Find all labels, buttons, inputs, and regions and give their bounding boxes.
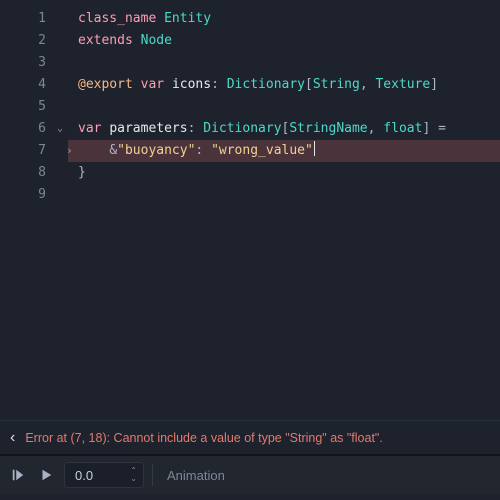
animation-bar: 0.0 ⌃ ⌄ Animation [0,454,500,494]
play-icon[interactable] [36,465,56,485]
token-type: Entity [164,11,211,26]
token-kw: extends [78,33,133,48]
line-number: 5 [0,96,68,118]
code-line[interactable] [68,52,500,74]
time-value: 0.0 [75,468,124,483]
token-type: float [383,121,422,136]
token-kw: var [141,77,164,92]
token-punc: , [360,77,368,92]
token-punc: = [438,121,446,136]
token-punc: } [78,165,86,180]
token-punc: & [109,143,117,158]
code-line[interactable] [68,184,500,206]
code-line[interactable]: @export var icons: Dictionary[String, Te… [68,74,500,96]
line-number: 4 [0,74,68,96]
line-number: 3 [0,52,68,74]
token-attr: @export [78,77,133,92]
animation-field[interactable]: Animation [161,468,225,483]
chevron-left-icon[interactable]: ‹ [10,429,15,447]
text-caret [314,141,315,156]
token-type: Dictionary [227,77,305,92]
token-str: "wrong_value" [211,143,313,158]
token-ident: icons [172,77,211,92]
code-editor[interactable]: 123456⌄789 class_name Entityextends Node… [0,0,500,420]
line-gutter: 123456⌄789 [0,0,68,420]
code-line[interactable]: class_name Entity [68,8,500,30]
token-punc: [ [305,77,313,92]
token-punc: : [188,121,196,136]
token-kw: var [78,121,101,136]
token-type: StringName [289,121,367,136]
code-line[interactable] [68,96,500,118]
token-punc: : [195,143,203,158]
token-type: Node [141,33,172,48]
token-ident: parameters [109,121,187,136]
time-spinner[interactable]: ⌃ ⌄ [130,467,137,483]
code-line[interactable]: &"buoyancy": "wrong_value" [68,140,500,162]
token-kw: class_name [78,11,156,26]
spin-down-icon[interactable]: ⌄ [130,475,137,483]
play-start-icon[interactable] [8,465,28,485]
line-number: 8 [0,162,68,184]
token-punc: ] [430,77,438,92]
code-line[interactable]: } [68,162,500,184]
code-line[interactable]: var parameters: Dictionary[StringName, f… [68,118,500,140]
token-punc: , [368,121,376,136]
code-area[interactable]: class_name Entityextends Node@export var… [68,0,500,420]
time-field[interactable]: 0.0 ⌃ ⌄ [64,462,144,488]
token-str: "buoyancy" [117,143,195,158]
fold-down-icon[interactable]: ⌄ [57,118,63,140]
error-bar: ‹ Error at (7, 18): Cannot include a val… [0,420,500,454]
line-number: 2 [0,30,68,52]
token-type: String [313,77,360,92]
line-number: 6⌄ [0,118,68,140]
token-type: Dictionary [203,121,281,136]
token-punc: : [211,77,219,92]
line-number: 1 [0,8,68,30]
line-number: 9 [0,184,68,206]
line-number: 7 [0,140,68,162]
token-punc: ] [422,121,430,136]
separator [152,464,153,486]
token-type: Texture [375,77,430,92]
code-line[interactable]: extends Node [68,30,500,52]
error-text: Error at (7, 18): Cannot include a value… [25,431,383,445]
